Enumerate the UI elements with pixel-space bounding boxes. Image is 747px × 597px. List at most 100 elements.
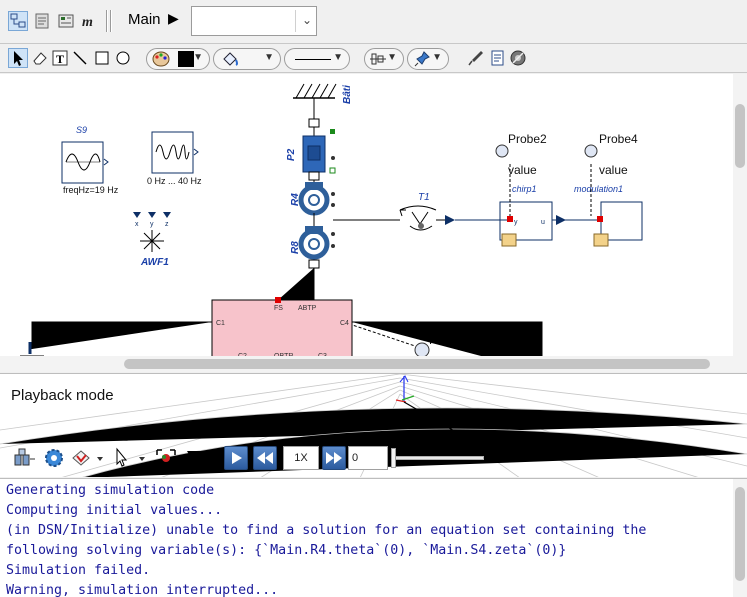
pointer-arrow-icon [14,51,23,66]
horizontal-scroll-thumb[interactable] [124,359,710,369]
body-port-c1: C1 [216,320,225,327]
fixed-ground-label: Bâti [342,85,353,104]
body-port-c4: C4 [340,320,349,327]
line-tool-button[interactable] [70,48,90,68]
s9-param: freqHz=19 Hz [63,185,119,195]
rectangle-tool-icon [95,51,109,65]
chirp-source-param: 0 Hz ... 40 Hz [147,176,202,186]
probe4[interactable]: Probe4 value [584,132,638,177]
line-tool-icon [73,51,87,65]
probe-icon [468,51,483,66]
pin-dropdown[interactable]: ▼ [407,48,449,70]
awf-axis-x: x [135,221,139,228]
documentation-button[interactable] [487,48,507,68]
fixed-ground-component[interactable]: Bâti [293,83,353,120]
console-scrollbar[interactable] [733,479,747,597]
torque-actuator-t1[interactable]: T1 [333,192,455,231]
prismatic-joint-p2[interactable]: P2 [286,118,336,181]
main-toolbar: m Main ▶ ⌄ [0,0,747,44]
model-selector-dropdown[interactable]: ⌄ [191,6,317,36]
revolute-joint-r8[interactable]: R8 [290,226,335,269]
rewind-button[interactable] [253,446,277,470]
chevron-down-icon: ▼ [333,52,343,63]
settings-button[interactable] [508,48,528,68]
acceleration-wf-awf1[interactable]: x y z AWF1 [133,212,171,268]
console-line: Warning, simulation interrupted... [6,583,279,597]
r4-label: R4 [290,193,301,206]
modelica-button[interactable]: m [80,11,100,31]
select-tool-button[interactable] [8,48,28,68]
revolute-joint-r4[interactable]: R4 [290,180,335,216]
toolbar-separator [110,10,112,32]
play-button[interactable] [224,446,248,470]
rewind-icon [257,452,273,464]
awf-axis-z: z [165,221,169,228]
console-line: following solving variable(s): {`Main.R4… [6,543,567,558]
console-scroll-thumb[interactable] [735,487,745,581]
s9-label: S9 [76,125,87,135]
sine-source-s9[interactable]: S9 freqHz=19 Hz [61,125,119,195]
pin-icon [414,51,430,67]
ellipse-tool-button[interactable] [113,48,133,68]
p2-label: P2 [286,148,297,161]
r8-label: R8 [290,241,301,254]
diagram-svg: Bâti P2 R4 R8 T1 y u chirp1 modulation1 … [17,83,643,372]
record-menu-button[interactable] [184,446,208,470]
text-tool-button[interactable]: T [50,48,70,68]
svg-text:m: m [82,15,93,30]
icon-view-button[interactable] [56,11,76,31]
text-view-button[interactable] [32,11,52,31]
playback-toolbar: 1X 0 [0,436,747,477]
simulation-settings-button[interactable] [42,446,66,470]
chirp-port-u: u [541,219,545,226]
cursor-tool-button[interactable] [110,446,150,470]
fast-forward-button[interactable] [322,446,346,470]
modulation-block[interactable]: modulation1 [552,164,643,247]
probe2-label: Probe2 [508,132,547,146]
vertical-scroll-thumb[interactable] [735,104,745,168]
time-field[interactable]: 0 [348,446,388,470]
focus-object-button[interactable] [153,446,179,470]
model-name-label: Main [128,11,161,28]
palette-icon [152,51,170,67]
play-arrow-icon: ▶ [168,10,179,26]
eraser-icon [33,52,47,65]
svg-text:T: T [56,52,64,66]
attach-button[interactable] [12,446,38,470]
fill-color-dropdown[interactable]: ▼ [213,48,281,70]
awf-axis-y: y [150,221,154,228]
chirp-block[interactable]: y u chirp1 [455,164,553,247]
diagram-canvas[interactable]: Bâti P2 R4 R8 T1 y u chirp1 modulation1 … [0,74,747,372]
canvas-horizontal-scrollbar[interactable] [0,356,733,372]
line-style-preview [295,59,331,60]
icon-editor-icon [58,14,74,28]
modulation-label: modulation1 [574,184,623,194]
probe2[interactable]: Probe2 value [495,132,547,177]
probe-tool-button[interactable] [466,48,486,68]
components-icon [14,448,35,466]
console-line: Computing initial values... [6,503,223,518]
align-dropdown[interactable]: ▼ [364,48,404,70]
console-output[interactable]: Generating simulation code Computing ini… [0,478,747,597]
diagram-icon [10,13,26,28]
diagram-view-button[interactable] [8,11,28,31]
probe-options-button[interactable] [70,446,108,470]
probe4-value-label: value [599,163,628,177]
toolbar-separator [106,10,108,32]
line-color-swatch [178,51,194,67]
color-scheme-dropdown[interactable]: ▼ [146,48,210,70]
speed-field[interactable]: 1X [283,446,319,470]
eraser-tool-button[interactable] [30,48,50,68]
triangle-down-icon [187,451,205,466]
time-slider-track[interactable] [392,456,484,460]
canvas-vertical-scrollbar[interactable] [733,74,747,372]
chevron-down-icon: ⌄ [301,13,312,27]
dropdown-divider [295,10,296,32]
align-icon [370,53,386,65]
ellipse-tool-icon [116,51,130,65]
chevron-down-icon: ▼ [387,52,397,63]
rectangle-tool-button[interactable] [92,48,112,68]
chirp-source[interactable]: 0 Hz ... 40 Hz [147,131,202,186]
time-slider-handle[interactable] [391,448,396,468]
line-style-dropdown[interactable]: ▼ [284,48,350,70]
